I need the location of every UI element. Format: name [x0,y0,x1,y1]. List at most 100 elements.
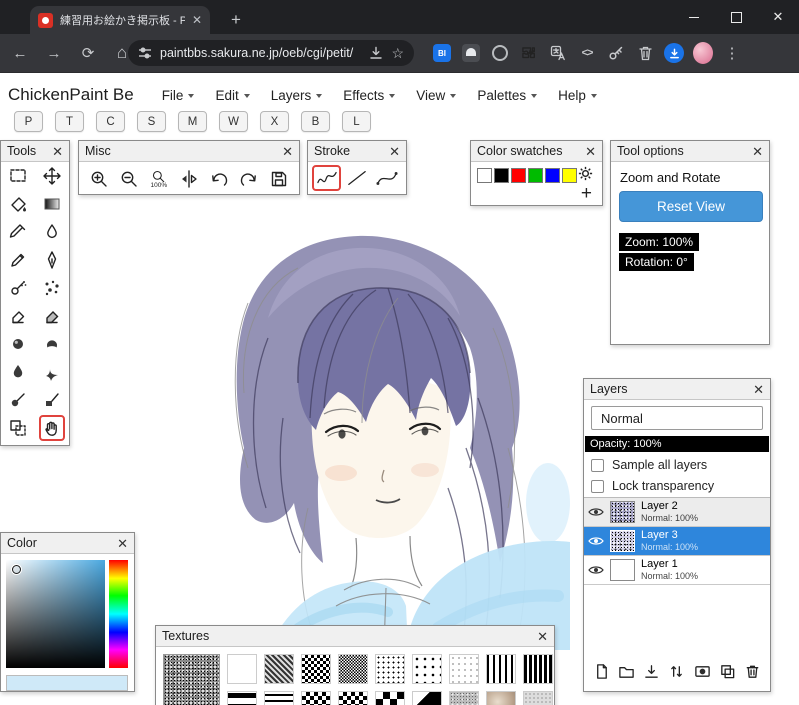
stroke-line-button[interactable] [343,166,370,190]
key-icon[interactable] [606,43,626,63]
tool-water-drop[interactable] [35,218,69,246]
tools-palette-header[interactable]: Tools ✕ [1,141,69,162]
ghost-extension-icon[interactable] [461,43,481,63]
reset-view-button[interactable]: Reset View [619,191,763,222]
texture-swatch[interactable] [375,691,405,705]
bookmark-star-icon[interactable]: ☆ [391,45,404,62]
delete-layer-button[interactable] [744,663,761,685]
stroke-palette-header[interactable]: Stroke ✕ [308,141,406,162]
shortcut-c-button[interactable]: C [96,111,125,132]
tool-flat-brush[interactable] [35,386,69,414]
tool-smudge[interactable] [35,358,69,386]
close-icon[interactable]: ✕ [389,145,400,158]
shortcut-l-button[interactable]: L [342,111,371,132]
texture-swatch[interactable] [264,691,294,705]
translate-icon[interactable] [548,43,568,63]
swatch-green[interactable] [528,168,543,183]
texture-swatch[interactable] [412,654,442,684]
menu-file[interactable]: File [162,88,195,103]
tool-scatter-brush[interactable] [35,274,69,302]
menu-view[interactable]: View [416,88,457,103]
blend-mode-select[interactable]: Normal [591,406,763,430]
swatch-blue[interactable] [545,168,560,183]
color-palette-header[interactable]: Color ✕ [1,533,134,554]
maximize-button[interactable] [715,0,757,34]
texture-swatch[interactable] [486,691,516,705]
tool-rect-select[interactable] [1,162,35,190]
texture-swatch[interactable] [523,691,553,705]
tool-dodge[interactable] [1,330,35,358]
hue-slider[interactable] [109,560,128,668]
lock-transparency-row[interactable]: Lock transparency [591,479,714,493]
merge-down-button[interactable] [643,663,660,685]
shortcut-t-button[interactable]: T [55,111,84,132]
eye-icon[interactable] [588,564,604,576]
eye-icon[interactable] [588,506,604,518]
tool-eyedropper[interactable] [1,218,35,246]
extensions-puzzle-icon[interactable] [519,43,539,63]
drawing-canvas[interactable] [148,208,570,651]
close-icon[interactable]: ✕ [753,383,764,396]
add-group-button[interactable] [618,663,635,685]
download-page-icon[interactable] [369,46,383,60]
shortcut-s-button[interactable]: S [137,111,166,132]
layer-row-layer3-selected[interactable]: Layer 3 Normal: 100% [584,527,770,556]
color-swatches-header[interactable]: Color swatches ✕ [471,141,602,162]
tool-options-header[interactable]: Tool options ✕ [611,141,769,162]
texture-swatch[interactable] [449,691,479,705]
menu-layers[interactable]: Layers [271,88,323,103]
tool-burn[interactable] [35,330,69,358]
circle-extension-icon[interactable] [490,43,510,63]
sample-all-layers-row[interactable]: Sample all layers [591,458,707,472]
texture-swatch[interactable] [449,654,479,684]
browser-menu-icon[interactable]: ⋮ [722,43,742,63]
shortcut-m-button[interactable]: M [178,111,207,132]
close-button[interactable]: ✕ [757,0,799,34]
site-settings-icon[interactable] [138,46,152,60]
redo-button[interactable] [238,166,261,192]
code-icon[interactable]: <> [577,43,597,63]
menu-palettes[interactable]: Palettes [477,88,538,103]
add-layer-button[interactable] [593,663,610,685]
texture-swatch[interactable] [264,654,294,684]
new-tab-button[interactable]: + [224,8,248,32]
texture-swatch[interactable] [523,654,553,684]
reload-button[interactable]: ⟳ [76,40,100,66]
add-mask-button[interactable] [694,663,711,685]
profile-avatar[interactable] [693,42,713,64]
menu-edit[interactable]: Edit [215,88,250,103]
tool-gradient[interactable] [35,190,69,218]
opacity-slider[interactable]: Opacity: 100% [585,436,769,452]
texture-swatch[interactable] [486,654,516,684]
swatch-yellow[interactable] [562,168,577,183]
tool-flood-fill[interactable] [1,190,35,218]
address-bar[interactable]: paintbbs.sakura.ne.jp/oeb/cgi/petit/ ☆ [128,40,414,66]
tool-pen[interactable] [35,246,69,274]
close-icon[interactable]: ✕ [537,630,548,643]
close-icon[interactable]: ✕ [52,145,63,158]
misc-palette-header[interactable]: Misc ✕ [79,141,299,162]
texture-swatch[interactable] [375,654,405,684]
delete-icon[interactable] [635,43,655,63]
eye-icon[interactable] [588,535,604,547]
shortcut-w-button[interactable]: W [219,111,248,132]
close-icon[interactable]: ✕ [752,145,763,158]
menu-help[interactable]: Help [558,88,597,103]
texture-swatch[interactable] [338,654,368,684]
bi-extension-icon[interactable]: BI [432,43,452,63]
back-button[interactable]: ← [8,40,32,66]
tool-round-brush[interactable] [1,386,35,414]
zoom-out-button[interactable] [117,166,140,192]
move-layer-button[interactable] [668,663,685,685]
menu-effects[interactable]: Effects [343,88,396,103]
swatch-black[interactable] [494,168,509,183]
tool-airbrush[interactable] [1,274,35,302]
layers-palette-header[interactable]: Layers ✕ [584,379,770,400]
layer-row-layer2[interactable]: Layer 2 Normal: 100% [584,498,770,527]
download-status-icon[interactable] [664,43,684,63]
texture-swatch-noise[interactable] [163,654,220,705]
close-icon[interactable]: ✕ [117,537,128,550]
tool-move[interactable] [35,162,69,190]
tool-eraser[interactable] [1,302,35,330]
undo-button[interactable] [208,166,231,192]
